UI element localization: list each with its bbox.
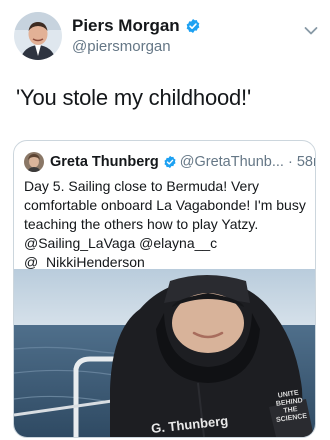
author-name[interactable]: Piers Morgan [72,16,180,36]
quoted-text-line: comfortable onboard La Vagabonde! I'm bu… [24,197,306,213]
quoted-author-name[interactable]: Greta Thunberg [50,154,159,170]
quoted-avatar [24,152,44,172]
quoted-text-line: Day 5. Sailing close to Bermuda! Very [24,178,260,194]
tweet-text: 'You stole my childhood!' [16,85,251,110]
quoted-timestamp[interactable]: · 58m [288,154,315,170]
chevron-down-icon[interactable] [304,26,318,36]
author-name-row[interactable]: Piers Morgan [72,16,201,36]
quoted-text-line: teaching the others how to play Yatzy. [24,216,259,232]
jacket-patch-text: UNITE BEHIND THE SCIENCE [275,389,308,425]
quoted-header: Greta Thunberg @GretaThunb... · 58m [24,152,315,172]
verified-badge-icon [164,155,176,169]
quoted-text: Day 5. Sailing close to Bermuda! Very co… [24,177,309,272]
quoted-time-value[interactable]: 58m [297,154,315,170]
verified-badge-icon [186,19,200,33]
author-handle[interactable]: @piersmorgan [72,38,171,55]
tweet-card: Piers Morgan @piersmorgan 'You stole my … [0,0,330,440]
quoted-tweet[interactable]: Greta Thunberg @GretaThunb... · 58m Day … [13,140,316,438]
quoted-text-line[interactable]: @Sailing_LaVaga @elayna__c [24,234,309,253]
quoted-author-handle[interactable]: @GretaThunb... [180,154,284,170]
author-avatar[interactable] [14,12,62,60]
